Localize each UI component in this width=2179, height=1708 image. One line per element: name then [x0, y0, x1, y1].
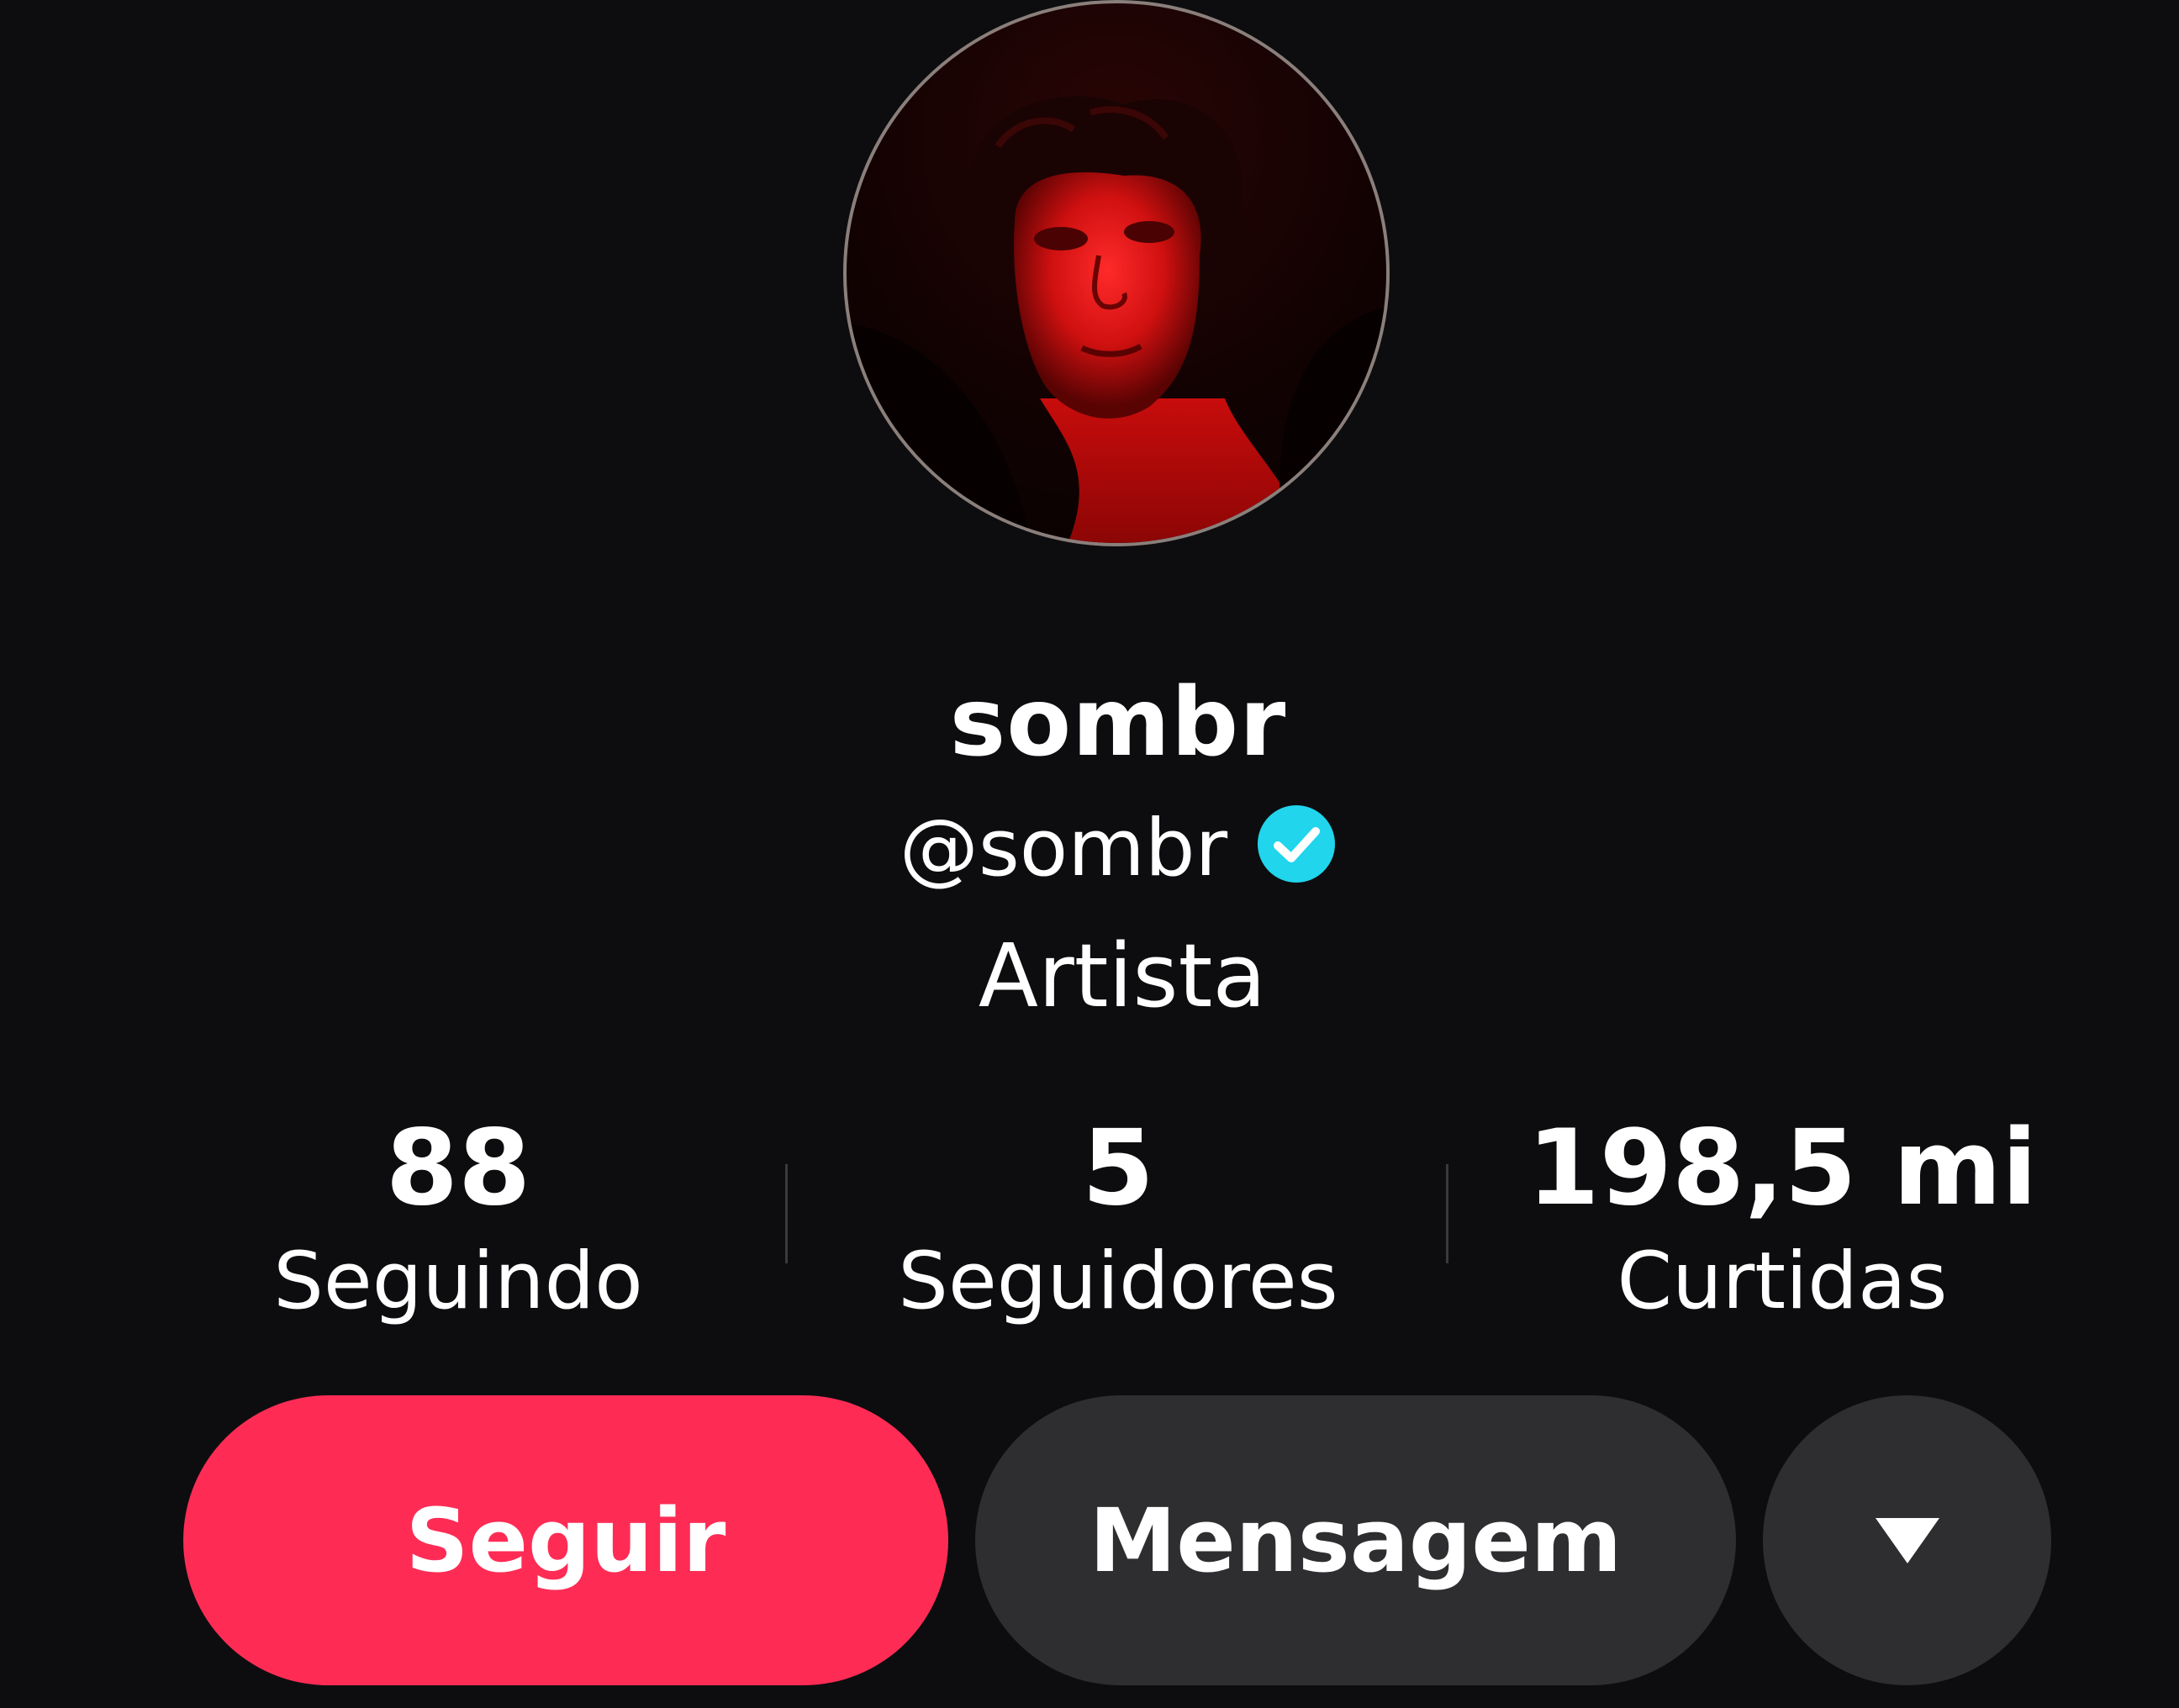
follow-button-label: Seguir [405, 1489, 726, 1592]
stat-divider [785, 1164, 788, 1263]
handle-row: @sombr [0, 799, 2179, 895]
message-button[interactable]: Mensagem [975, 1395, 1736, 1685]
followers-label: Seguidores [898, 1236, 1338, 1327]
triangle-down-icon [1875, 1517, 1939, 1563]
stat-divider [1446, 1164, 1448, 1263]
following-count: 88 [385, 1108, 531, 1229]
following-label: Seguindo [273, 1236, 643, 1327]
follow-button[interactable]: Seguir [183, 1395, 948, 1685]
likes-count: 198,5 mi [1527, 1108, 2038, 1229]
stat-likes: 198,5 mi Curtidas [1488, 1110, 2076, 1336]
likes-label: Curtidas [1617, 1236, 1948, 1327]
verified-badge-icon [1258, 805, 1336, 883]
profile-category: Artista [978, 925, 1267, 1027]
stat-following[interactable]: 88 Seguindo [164, 1110, 752, 1336]
followers-count: 5 [1081, 1108, 1155, 1229]
stat-followers[interactable]: 5 Seguidores [824, 1110, 1412, 1336]
display-name: sombr [949, 668, 1287, 778]
handle: @sombr [899, 803, 1228, 895]
more-options-button[interactable] [1763, 1395, 2051, 1685]
avatar[interactable] [843, 0, 1390, 546]
avatar-photo [847, 96, 1386, 543]
profile-page: sombr @sombr Artista 88 Seguindo 5 Segui… [0, 0, 2179, 1708]
message-button-label: Mensagem [1089, 1489, 1622, 1592]
